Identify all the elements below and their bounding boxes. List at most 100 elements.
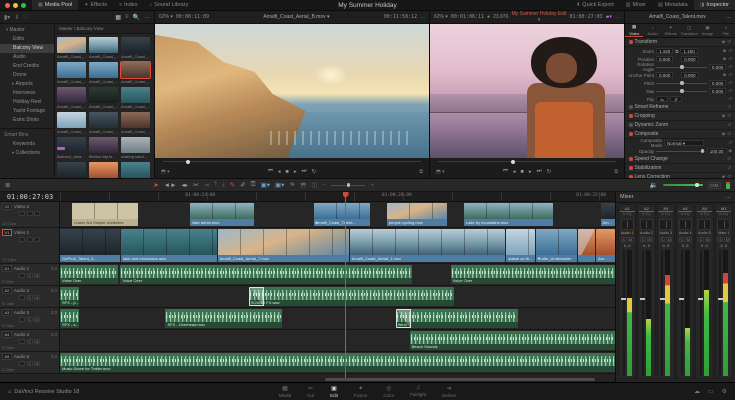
- pitch-field[interactable]: 0.000: [708, 79, 727, 87]
- channel-fx-eq[interactable]: fx EQ: [719, 212, 728, 218]
- video-clip[interactable]: ✦ Amalfi_Coast_Aerial_1.mov: [349, 229, 506, 262]
- track-solo-button[interactable]: S: [26, 317, 33, 322]
- rotation-field[interactable]: 0.000: [708, 63, 727, 71]
- toolbar-tool-icon[interactable]: ⚑: [289, 181, 295, 189]
- toolbar-tool-icon[interactable]: ✐: [240, 181, 245, 189]
- video-clip[interactable]: ✦ Amalfi_Coast_Talent...: [313, 203, 370, 226]
- channel-fx-eq[interactable]: fx EQ: [642, 212, 651, 218]
- scrubber-handle[interactable]: [510, 159, 515, 164]
- timeline-playhead[interactable]: [342, 192, 349, 378]
- track-lock-icon[interactable]: [19, 339, 25, 344]
- cropping-section[interactable]: Cropping ◆ ↺: [625, 112, 735, 121]
- zoom-window-button[interactable]: [21, 2, 26, 8]
- speaker-icon[interactable]: 🔉: [650, 181, 658, 189]
- audio-clip[interactable]: SFX - Overhead.mov: [165, 309, 282, 328]
- rotation-slider[interactable]: [656, 65, 707, 69]
- section-enable-dot[interactable]: [629, 157, 633, 161]
- panel-toggle-button[interactable]: ≡ Index: [113, 0, 143, 10]
- channel-fx-eq[interactable]: fx EQ: [681, 212, 690, 218]
- solo-button[interactable]: S: [620, 237, 627, 242]
- audio-track-lane[interactable]: Voice Over Voice Over Voice Over: [60, 264, 615, 285]
- mute-button[interactable]: M: [646, 237, 653, 242]
- thumbnail-view-icon[interactable]: ▦: [115, 14, 121, 21]
- zoom-y-field[interactable]: 1.150: [680, 47, 698, 55]
- mute-button[interactable]: M: [627, 237, 634, 242]
- toolbar-tool-icon[interactable]: ◄►: [164, 182, 177, 189]
- section-enable-dot[interactable]: [629, 166, 633, 170]
- track-solo-button[interactable]: S: [26, 273, 33, 278]
- bin-item[interactable]: Drone: [0, 71, 54, 80]
- timeline-options-icon[interactable]: ≣: [5, 181, 10, 189]
- inspector-tab[interactable]: ◫ Transition: [680, 24, 698, 37]
- anchor-y-field[interactable]: 0.000: [681, 71, 699, 79]
- timeline-horizontal-scrollbar[interactable]: [325, 378, 595, 381]
- channel-fader[interactable]: [717, 250, 723, 376]
- audio-clip[interactable]: SFX - p...: [60, 287, 79, 306]
- page-tab[interactable]: ▣ Edit: [330, 385, 338, 398]
- gang-mode-icon[interactable]: ⬒ ▾: [161, 169, 170, 175]
- video-track-lane[interactable]: ✦ GoPro4_Talent_3... ✦ lake and mountain…: [60, 228, 615, 263]
- timeline-viewer-scrubber[interactable]: [430, 158, 624, 165]
- scrubber-handle[interactable]: [186, 159, 191, 164]
- page-tab[interactable]: ♫ Fairlight: [410, 385, 426, 398]
- viewer-zoom-select[interactable]: 62% ▾: [159, 14, 173, 20]
- solo-button[interactable]: S: [659, 237, 666, 242]
- yaw-slider[interactable]: [656, 89, 707, 93]
- pan-control[interactable]: [697, 219, 711, 230]
- inspector-tab[interactable]: ≡ File: [717, 24, 735, 37]
- track-lock-icon[interactable]: [19, 273, 25, 278]
- toolbar-tool-icon[interactable]: ✎: [230, 181, 235, 189]
- video-clip[interactable]: ✦ Amalfi_Coast_Aerial_7.mov: [217, 229, 349, 262]
- smart-bin-item[interactable]: Keywords: [0, 140, 54, 149]
- pitch-slider[interactable]: [656, 81, 707, 85]
- mute-button[interactable]: M: [704, 237, 711, 242]
- flip-horizontal-button[interactable]: ⇋: [656, 95, 668, 103]
- inspector-tab[interactable]: ♪ Audio: [643, 24, 661, 37]
- video-clip[interactable]: ✦ Lake by mountains.mov: [464, 203, 553, 226]
- toolbar-tool-icon[interactable]: ➤: [153, 181, 158, 189]
- audio-clip[interactable]: SFX - s...: [60, 309, 79, 328]
- dynamic-zoom-section[interactable]: Dynamic Zoom ↺: [625, 121, 735, 130]
- viewer-options-icon[interactable]: …: [420, 14, 425, 20]
- track-mute-button[interactable]: M: [34, 273, 40, 278]
- go-last-frame-button[interactable]: ⏭: [302, 168, 307, 175]
- track-auto-select-icon[interactable]: [26, 237, 33, 242]
- bin-item[interactable]: Balcony View: [0, 44, 54, 53]
- media-clip-thumbnail[interactable]: Amalfi_Coast_...: [57, 112, 86, 134]
- pan-control[interactable]: [717, 219, 731, 230]
- media-clip-thumbnail[interactable]: [121, 162, 150, 178]
- clip-color-chip-icon[interactable]: ▰▾: [606, 14, 612, 20]
- toolbar-tool-icon[interactable]: ✂: [193, 181, 198, 189]
- audio-clip[interactable]: Beach Sounds: [409, 331, 615, 350]
- mute-button[interactable]: M: [724, 237, 731, 242]
- panel-toggle-button[interactable]: ▥ Mixer: [620, 0, 652, 10]
- reset-icon[interactable]: ↺: [728, 96, 732, 102]
- opacity-slider[interactable]: [656, 149, 705, 153]
- media-clip-thumbnail[interactable]: [89, 162, 118, 178]
- gang-mode-icon[interactable]: ⬒ ▾: [436, 169, 445, 175]
- media-clip-thumbnail[interactable]: Amalfi_Coast_...: [121, 112, 150, 134]
- solo-button[interactable]: S: [717, 237, 724, 242]
- clip-color-icon[interactable]: ▮▾: [4, 14, 10, 21]
- panel-toggle-button[interactable]: ⬆ Quick Export: [570, 0, 620, 10]
- media-clip-thumbnail[interactable]: [57, 162, 86, 178]
- solo-button[interactable]: S: [639, 237, 646, 242]
- video-clip[interactable]: ✦ people cycling.mov: [386, 203, 448, 226]
- in-out-icon[interactable]: ⧉: [614, 169, 618, 175]
- track-lock-icon[interactable]: [19, 211, 25, 216]
- track-lock-icon[interactable]: [19, 237, 25, 242]
- inspector-tab[interactable]: ▦ Video: [625, 24, 644, 37]
- search-icon[interactable]: 🔍: [133, 14, 140, 21]
- reset-icon[interactable]: ↺: [728, 140, 732, 146]
- toolbar-tool-icon[interactable]: ⬒: [300, 181, 306, 189]
- toolbar-tool-icon[interactable]: ◂▸: [182, 181, 189, 189]
- track-destination-badge[interactable]: A1: [2, 265, 12, 272]
- media-clip-thumbnail[interactable]: Amalfi_Coast_...: [57, 87, 86, 109]
- step-back-button[interactable]: ◂: [513, 169, 516, 175]
- track-solo-button[interactable]: S: [26, 361, 33, 366]
- keyframe-icon[interactable]: ◆: [723, 72, 726, 78]
- toolbar-tool-icon[interactable]: ⤓: [222, 181, 225, 189]
- channel-fader[interactable]: [698, 250, 704, 376]
- import-media-icon[interactable]: ⬇: [14, 14, 19, 21]
- track-auto-select-icon[interactable]: [26, 211, 33, 216]
